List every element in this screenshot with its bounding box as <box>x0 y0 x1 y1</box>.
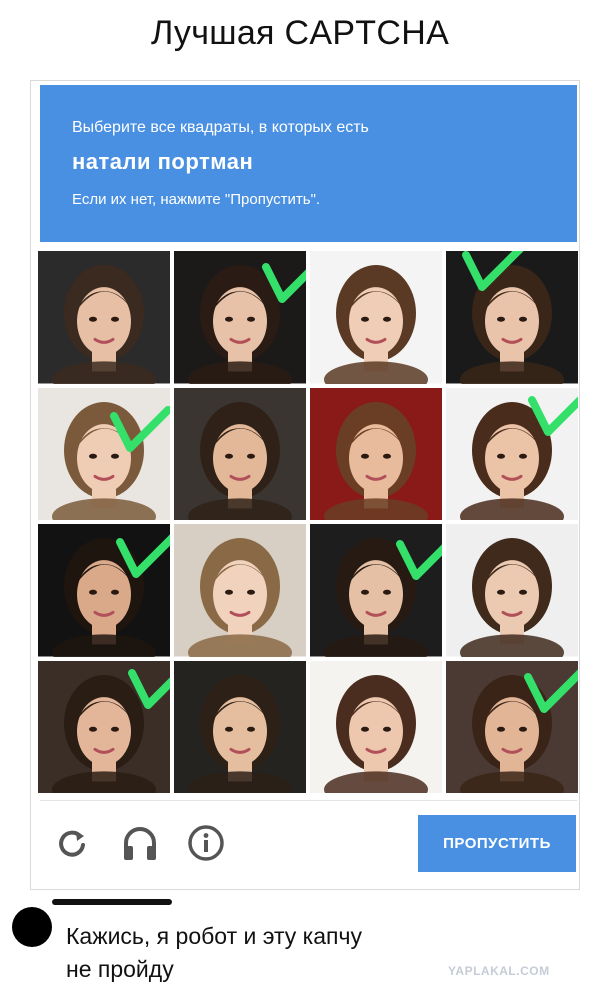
captcha-header: Выберите все квадраты, в которых есть на… <box>40 85 577 242</box>
captcha-tile[interactable] <box>310 251 442 384</box>
captcha-tile[interactable] <box>174 251 306 384</box>
captcha-image-grid <box>38 251 578 793</box>
captcha-tile[interactable] <box>446 524 578 657</box>
watermark: YAPLAKAL.COM <box>448 964 550 978</box>
portrait-photo <box>174 660 306 793</box>
portrait-photo <box>310 660 442 793</box>
portrait-photo <box>446 660 578 793</box>
captcha-tile[interactable] <box>310 660 442 793</box>
portrait-photo <box>38 251 170 384</box>
skip-hint: Если их нет, нажмите "Пропустить". <box>72 191 321 208</box>
captcha-tile[interactable] <box>310 524 442 657</box>
captcha-tile[interactable] <box>174 524 306 657</box>
footer-divider <box>40 800 577 801</box>
comment-line-2: не пройду <box>66 956 174 982</box>
meme-title: Лучшая CAPTCHA <box>150 14 450 52</box>
portrait-photo <box>446 251 578 384</box>
portrait-photo <box>446 387 578 520</box>
comment-text: Кажись, я робот и эту капчу не пройду <box>66 920 486 986</box>
headphones-icon[interactable] <box>120 823 160 863</box>
captcha-tile[interactable] <box>310 387 442 520</box>
portrait-photo <box>38 524 170 657</box>
captcha-tile[interactable] <box>174 660 306 793</box>
comment-line-1: Кажись, я робот и эту капчу <box>66 923 362 949</box>
instruction-text: Выберите все квадраты, в которых есть <box>72 119 369 136</box>
captcha-tile[interactable] <box>38 387 170 520</box>
comment-header-bar <box>52 899 172 905</box>
skip-button[interactable]: ПРОПУСТИТЬ <box>418 815 576 872</box>
captcha-tile[interactable] <box>38 524 170 657</box>
portrait-photo <box>174 251 306 384</box>
captcha-tile[interactable] <box>446 660 578 793</box>
captcha-tile[interactable] <box>446 251 578 384</box>
info-icon[interactable] <box>186 823 226 863</box>
captcha-tile[interactable] <box>174 387 306 520</box>
portrait-photo <box>38 387 170 520</box>
portrait-photo <box>174 524 306 657</box>
portrait-photo <box>38 660 170 793</box>
captcha-tile[interactable] <box>446 387 578 520</box>
reload-icon[interactable] <box>52 823 92 863</box>
portrait-photo <box>446 524 578 657</box>
target-name: натали портман <box>72 149 254 174</box>
portrait-photo <box>310 524 442 657</box>
captcha-tile[interactable] <box>38 660 170 793</box>
portrait-photo <box>310 251 442 384</box>
portrait-photo <box>310 387 442 520</box>
avatar <box>12 907 52 947</box>
portrait-photo <box>174 387 306 520</box>
captcha-tile[interactable] <box>38 251 170 384</box>
